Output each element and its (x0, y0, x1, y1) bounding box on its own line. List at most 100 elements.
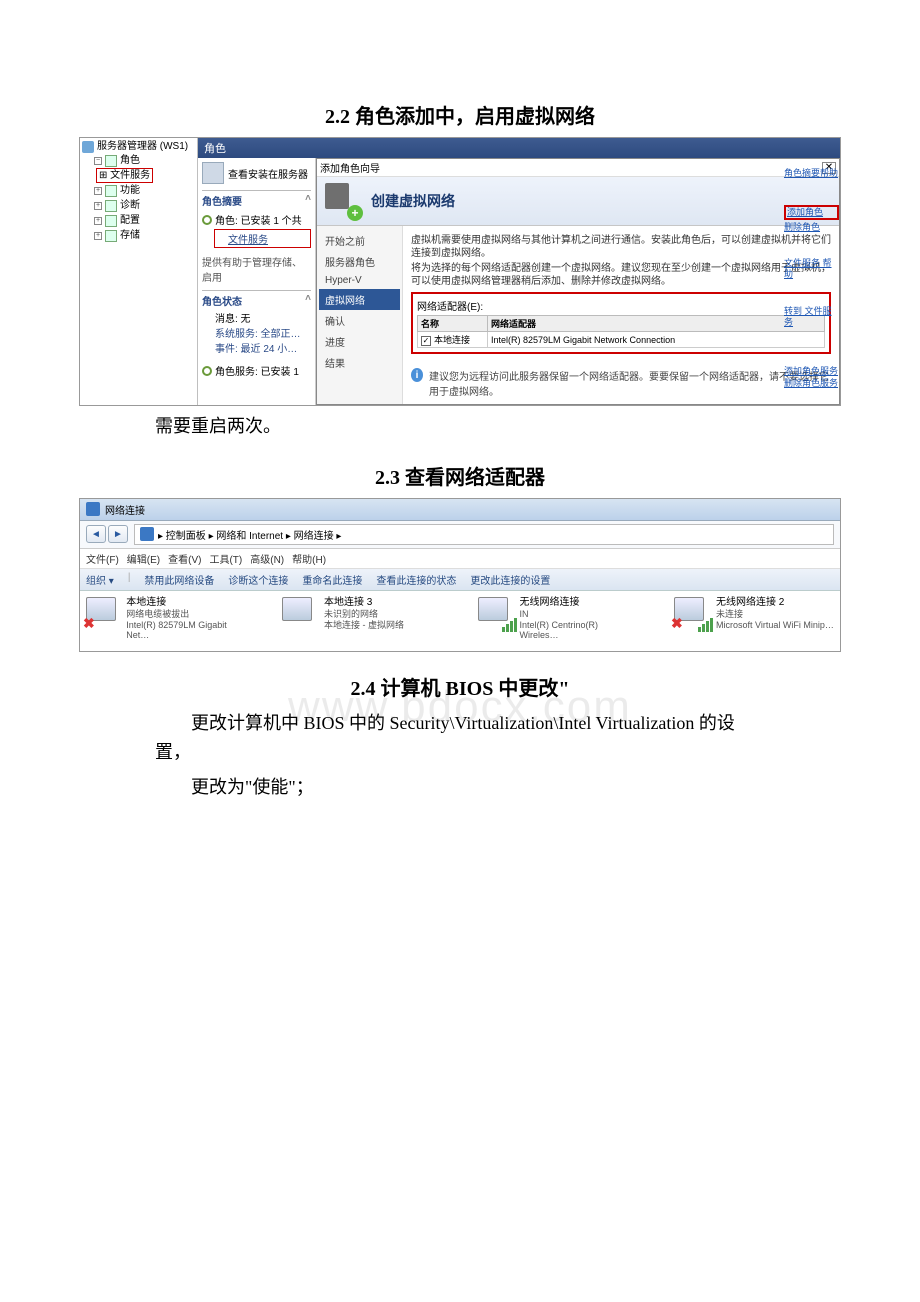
conn-title: 本地连接 (126, 597, 246, 609)
menu-bar: 文件(F) 编辑(E) 查看(V) 工具(T) 高级(N) 帮助(H) (80, 549, 840, 569)
wizard-note: i 建议您为远程访问此服务器保留一个网络适配器。要要保留一个网络适配器，请不要选… (411, 368, 831, 398)
heading-2-2: 2.2 角色添加中，启用虚拟网络 (0, 100, 920, 129)
conn-status: 未连接 (716, 609, 834, 620)
status-dot-icon (202, 215, 212, 225)
status-messages: 消息: 无 (202, 310, 311, 325)
step-confirm[interactable]: 确认 (319, 310, 400, 331)
wizard-text-2: 将为选择的每个网络适配器创建一个虚拟网络。建议您现在至少创建一个虚拟网络用于虚拟… (411, 262, 831, 288)
tb-disable[interactable]: 禁用此网络设备 (144, 572, 214, 587)
tree-roles[interactable]: −角色 (94, 153, 195, 168)
status-events[interactable]: 事件: 最近 24 小… (202, 340, 311, 355)
tree-root-label: 服务器管理器 (WS1) (97, 140, 188, 153)
network-icon: ✖ (674, 597, 710, 629)
screenshot-network-connections: 网络连接 ◄ ► ▸ 控制面板 ▸ 网络和 Internet ▸ 网络连接 ▸ … (79, 498, 841, 652)
add-role-wizard: 添加角色向导 ✕ + 创建虚拟网络 开始之前 服务器角色 Hyper-V 虚拟网… (316, 158, 840, 405)
tree-storage[interactable]: +存储 (94, 228, 195, 243)
tree-root[interactable]: 服务器管理器 (WS1) (82, 140, 195, 153)
connection-item[interactable]: 本地连接 3未识别的网络本地连接 - 虚拟网络 (282, 597, 442, 641)
tree-file-services-label: 文件服务 (110, 170, 150, 181)
tb-status[interactable]: 查看此连接的状态 (376, 572, 456, 587)
tree-config[interactable]: +配置 (94, 213, 195, 228)
screenshot-server-manager: 服务器管理器 (WS1) −角色 ⊞ 文件服务 +功能 +诊断 +配置 +存储 … (79, 137, 841, 406)
wifi-bars-icon (698, 618, 713, 632)
role-status-title: 角色状态 (202, 297, 242, 308)
body-2-4-a: 更改计算机中 BIOS 中的 Security\Virtualization\I… (0, 709, 920, 767)
server-tree: 服务器管理器 (WS1) −角色 ⊞ 文件服务 +功能 +诊断 +配置 +存储 (80, 138, 198, 405)
menu-help[interactable]: 帮助(H) (292, 551, 326, 566)
connections-area: ✖本地连接网络电缆被拔出Intel(R) 82579LM Gigabit Net… (80, 591, 840, 651)
connection-item[interactable]: ✖本地连接网络电缆被拔出Intel(R) 82579LM Gigabit Net… (86, 597, 246, 641)
help-text: 提供有助于管理存储、启用 (202, 254, 311, 284)
forward-button[interactable]: ► (108, 525, 128, 543)
roles-summary-pane: 查看安装在服务器 ˄角色摘要 角色: 已安装 1 个共 文件服务 提供有助于管理… (198, 158, 316, 405)
role-status-header[interactable]: ˄ 角色状态 (202, 290, 311, 310)
status-dot-icon (202, 366, 212, 376)
menu-view[interactable]: 查看(V) (168, 551, 201, 566)
link-remove-role-service[interactable]: 删除角色服务 (784, 378, 839, 389)
collapse-icon[interactable]: ˄ (305, 193, 311, 204)
checkbox[interactable]: ✓ (421, 336, 431, 346)
tb-change[interactable]: 更改此连接的设置 (470, 572, 550, 587)
adapter-desc: Intel(R) 82579LM Gigabit Network Connect… (488, 332, 825, 348)
tree-file-services[interactable]: ⊞ 文件服务 (96, 168, 153, 183)
step-result[interactable]: 结果 (319, 352, 400, 373)
link-add-role-service[interactable]: 添加角色服务 (784, 366, 839, 377)
col-name[interactable]: 名称 (418, 316, 488, 332)
conn-adapter: 本地连接 - 虚拟网络 (324, 620, 404, 631)
network-icon (478, 597, 514, 629)
tb-diagnose[interactable]: 诊断这个连接 (228, 572, 288, 587)
reboot-note: 需要重启两次。 (0, 412, 920, 441)
link-remove-role[interactable]: 删除角色 (784, 222, 839, 233)
nav-buttons: ◄ ► (86, 525, 128, 543)
step-progress[interactable]: 进度 (319, 331, 400, 352)
menu-edit[interactable]: 编辑(E) (127, 551, 160, 566)
menu-advanced[interactable]: 高级(N) (250, 551, 284, 566)
role-summary-header[interactable]: ˄角色摘要 (202, 190, 311, 210)
file-services-link[interactable]: 文件服务 (214, 229, 311, 248)
heading-2-4: 2.4 计算机 BIOS 中更改" (0, 672, 920, 701)
status-services[interactable]: 系统服务: 全部正… (202, 325, 311, 340)
conn-title: 无线网络连接 2 (716, 597, 834, 609)
roles-header-bar: 角色 (198, 138, 840, 158)
step-server-roles[interactable]: 服务器角色 (319, 251, 400, 272)
error-x-icon: ✖ (671, 615, 683, 632)
menu-tools[interactable]: 工具(T) (209, 551, 242, 566)
link-role-summary-help[interactable]: 角色摘要帮助 (784, 168, 839, 179)
menu-file[interactable]: 文件(F) (86, 551, 119, 566)
roles-count-label: 角色: 已安装 1 个共 (215, 212, 302, 227)
wizard-note-text: 建议您为远程访问此服务器保留一个网络适配器。要要保留一个网络适配器，请不要选择它… (429, 368, 831, 398)
conn-adapter: Intel(R) 82579LM Gigabit Net… (126, 620, 246, 642)
tb-organize[interactable]: 组织 ▾ (86, 572, 114, 587)
tree-features-label: 功能 (120, 184, 140, 197)
conn-status: 未识别的网络 (324, 609, 404, 620)
role-services-installed: 角色服务: 已安装 1 (202, 361, 311, 380)
collapse-icon[interactable]: ˄ (305, 293, 311, 304)
network-icon (282, 597, 318, 629)
adapter-row[interactable]: ✓本地连接 Intel(R) 82579LM Gigabit Network C… (418, 332, 825, 348)
link-add-role[interactable]: 添加角色 (784, 205, 839, 220)
server-icon (202, 162, 224, 184)
tree-roles-label: 角色 (120, 154, 140, 167)
tree-diagnostics[interactable]: +诊断 (94, 198, 195, 213)
step-hyperv[interactable]: Hyper-V (319, 272, 400, 289)
folder-icon (140, 527, 154, 541)
wifi-bars-icon (502, 618, 517, 632)
step-virtual-network[interactable]: 虚拟网络 (319, 289, 400, 310)
action-links: 角色摘要帮助 添加角色 删除角色 文件服务 帮助 转到 文件服务 添加角色服务 … (784, 166, 839, 391)
col-adapter[interactable]: 网络适配器 (488, 316, 825, 332)
conn-adapter: Microsoft Virtual WiFi Minip… (716, 620, 834, 631)
tree-features[interactable]: +功能 (94, 183, 195, 198)
link-file-services-help[interactable]: 文件服务 帮助 (784, 258, 839, 280)
step-before[interactable]: 开始之前 (319, 230, 400, 251)
window-icon (86, 502, 100, 516)
connection-item[interactable]: 无线网络连接INIntel(R) Centrino(R) Wireles… (478, 597, 638, 641)
breadcrumb[interactable]: ▸ 控制面板 ▸ 网络和 Internet ▸ 网络连接 ▸ (134, 524, 834, 545)
tree-config-label: 配置 (120, 214, 140, 227)
adapters-label: 网络适配器(E): (417, 298, 825, 313)
link-goto-file-services[interactable]: 转到 文件服务 (784, 306, 839, 328)
connection-item[interactable]: ✖ 无线网络连接 2未连接Microsoft Virtual WiFi Minip… (674, 597, 834, 641)
back-button[interactable]: ◄ (86, 525, 106, 543)
tb-rename[interactable]: 重命名此连接 (302, 572, 362, 587)
wizard-title: 添加角色向导 (320, 160, 380, 175)
wizard-icon: + (325, 183, 361, 219)
